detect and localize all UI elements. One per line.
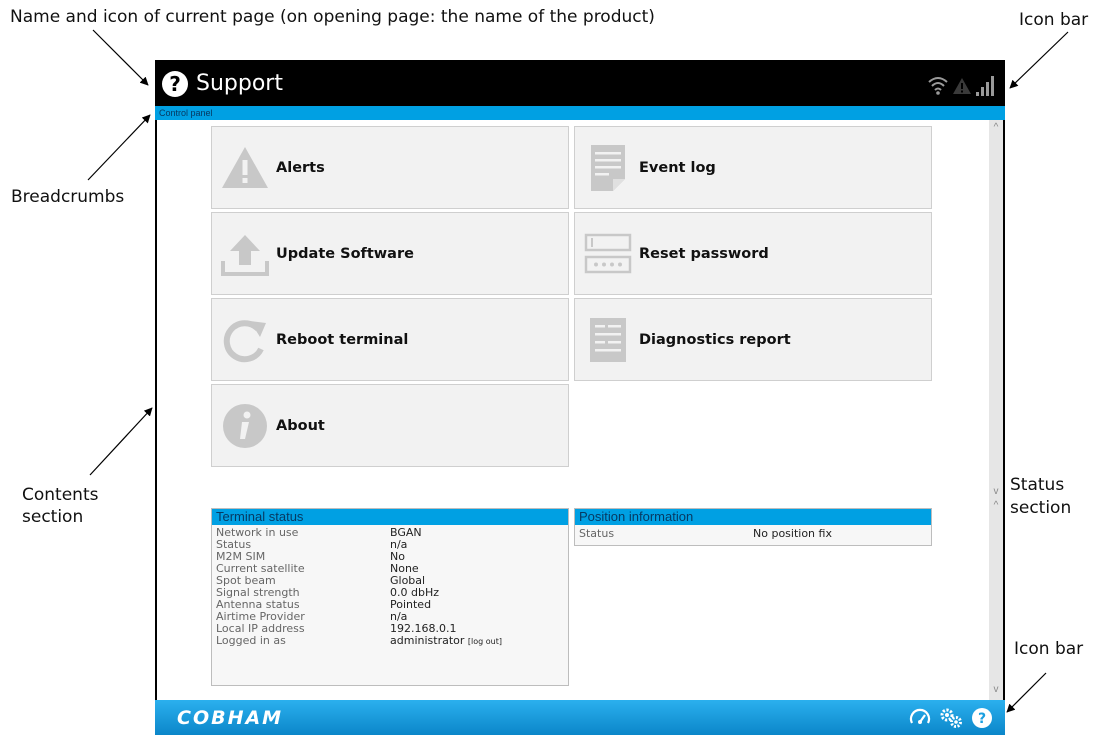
title-bar: ? Support — [155, 60, 1005, 106]
question-circle-icon: ? — [162, 71, 188, 97]
upload-icon — [221, 235, 269, 276]
scroll-up-icon[interactable]: ^ — [989, 500, 1003, 512]
scrollbar[interactable]: ^ v ^ v — [989, 120, 1003, 700]
callout-contents-2: section — [22, 507, 84, 527]
tile-about[interactable]: About — [211, 384, 569, 467]
tile-diagnostics-report[interactable]: Diagnostics report — [574, 298, 932, 381]
svg-text:?: ? — [978, 711, 986, 727]
settings-gears-icon[interactable] — [939, 707, 963, 729]
status-row: Status No position fix — [575, 528, 931, 540]
page-title: Support — [196, 71, 283, 96]
tile-event-log[interactable]: Event log — [574, 126, 932, 209]
callout-name-icon: Name and icon of current page (on openin… — [10, 7, 655, 27]
status-row: Logged in as administrator [log out] — [212, 635, 568, 647]
tile-reset-password[interactable]: Reset password — [574, 212, 932, 295]
tile-label: Alerts — [276, 160, 325, 176]
signal-bars-icon[interactable] — [975, 74, 997, 96]
footer-bar: COBHAM ? — [155, 700, 1005, 735]
wifi-icon[interactable] — [927, 74, 949, 96]
document-icon — [591, 145, 625, 191]
callout-contents-1: Contents — [22, 485, 99, 505]
tile-update-software[interactable]: Update Software — [211, 212, 569, 295]
breadcrumb-control-panel[interactable]: Control panel — [159, 106, 213, 120]
scroll-down-icon[interactable]: v — [989, 684, 1003, 696]
tile-label: Diagnostics report — [639, 332, 791, 348]
password-field-icon — [584, 233, 632, 274]
tile-label: Reset password — [639, 246, 769, 262]
position-info-panel: Position information Status No position … — [574, 508, 932, 546]
tile-label: Reboot terminal — [276, 332, 409, 348]
logout-link[interactable]: [log out] — [468, 637, 502, 646]
dashboard-gauge-icon[interactable] — [909, 707, 931, 729]
callout-breadcrumbs: Breadcrumbs — [11, 187, 125, 207]
tile-label: Update Software — [276, 246, 414, 262]
terminal-status-title: Terminal status — [212, 509, 568, 525]
callout-status-2: section — [1010, 498, 1072, 518]
info-icon — [223, 404, 267, 448]
tile-reboot-terminal[interactable]: Reboot terminal — [211, 298, 569, 381]
help-icon[interactable]: ? — [971, 707, 993, 729]
device-screen: ? Support Control panel Alerts Event log… — [155, 60, 1005, 735]
row-key: Logged in as — [216, 634, 286, 647]
top-icon-bar — [927, 72, 997, 96]
cobham-logo: COBHAM — [177, 707, 284, 729]
row-key: Status — [579, 527, 615, 540]
bottom-icon-bar: ? — [909, 707, 993, 729]
row-value: No position fix — [753, 527, 832, 540]
terminal-status-rows: Network in use BGAN Status n/a M2M SIM No C… — [212, 525, 568, 647]
row-value: administrator — [390, 634, 465, 647]
callout-icon-bar-bottom: Icon bar — [1014, 639, 1084, 659]
terminal-status-panel: Terminal status Network in use BGAN Statu… — [211, 508, 569, 686]
callout-status-1: Status — [1010, 475, 1065, 495]
tile-label: Event log — [639, 160, 716, 176]
position-info-title: Position information — [575, 509, 931, 525]
tile-label: About — [276, 418, 325, 434]
warning-icon[interactable] — [952, 76, 972, 96]
reboot-icon — [223, 320, 266, 363]
report-icon — [590, 318, 626, 362]
scroll-down-icon[interactable]: v — [989, 486, 1003, 498]
contents-section: Alerts Event log Update Software Reset p… — [157, 120, 1003, 700]
tile-alerts[interactable]: Alerts — [211, 126, 569, 209]
callout-icon-bar-top: Icon bar — [1019, 10, 1089, 30]
breadcrumb: Control panel — [155, 106, 1005, 120]
scroll-up-icon[interactable]: ^ — [989, 122, 1003, 134]
alert-triangle-icon — [222, 147, 268, 188]
